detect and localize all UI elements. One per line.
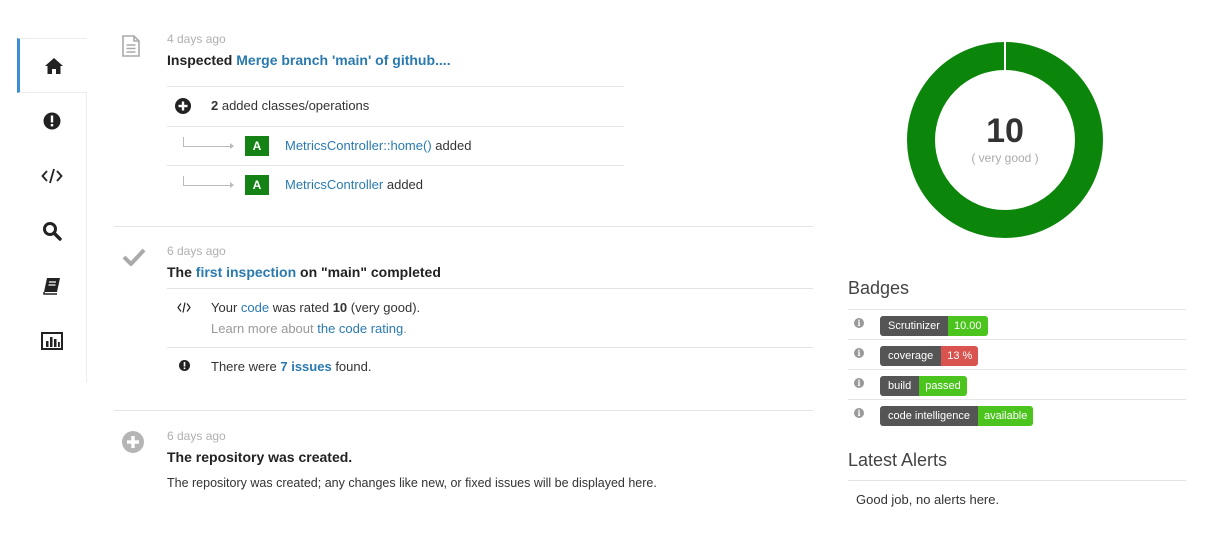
learn-pre: Learn more about [211, 321, 318, 336]
chart-icon [41, 331, 63, 350]
code-link[interactable]: code [241, 300, 269, 315]
info-icon[interactable]: i [854, 408, 864, 418]
entry-description: The repository was created; any changes … [167, 476, 657, 490]
score-label: ( very good ) [971, 151, 1039, 165]
rating-mid: was rated [269, 300, 333, 315]
divider [167, 86, 624, 87]
issues-icon [43, 112, 61, 129]
entry-headline: Inspected Merge branch 'main' of github.… [167, 52, 451, 68]
badge-key: code intelligence [880, 406, 978, 426]
code-intelligence-badge[interactable]: code intelligence available [880, 406, 1034, 426]
book-icon [43, 277, 60, 295]
list-item: MetricsController added [285, 177, 423, 192]
sidebar-item-docs[interactable] [17, 258, 87, 313]
coverage-badge[interactable]: coverage 13 % [880, 346, 979, 366]
alerts-message: Good job, no alerts here. [856, 492, 1000, 507]
issues-link[interactable]: 7 issues [280, 359, 331, 374]
inspection-link[interactable]: first inspection [196, 264, 296, 280]
code-icon [41, 168, 63, 183]
issues-icon [179, 360, 190, 371]
divider [167, 288, 813, 289]
badge-key: coverage [880, 346, 942, 366]
rating-post: (very good). [347, 300, 421, 315]
divider [167, 126, 624, 127]
issues-post: found. [331, 359, 372, 374]
added-summary-text: added classes/operations [218, 98, 370, 113]
badge-row: i code intelligence available [848, 400, 1186, 430]
home-icon [44, 57, 63, 74]
plus-circle-icon [175, 98, 191, 114]
sidebar-item-search[interactable] [17, 203, 87, 258]
headline-prefix: The [167, 264, 196, 280]
added-badge: A [245, 175, 269, 195]
code-rating-link[interactable]: the code rating [317, 321, 403, 336]
badge-value: 13 % [941, 346, 979, 366]
class-link[interactable]: MetricsController::home() [285, 138, 432, 153]
sidebar-item-home[interactable] [17, 38, 87, 93]
tree-arrow [183, 176, 234, 188]
list-item-suffix: added [431, 138, 472, 153]
badge-row: i Scrutinizer 10.00 [848, 310, 1186, 340]
badge-row: i coverage 13 % [848, 340, 1186, 370]
alerts-title: Latest Alerts [848, 450, 948, 470]
divider [167, 347, 813, 348]
info-icon[interactable]: i [854, 348, 864, 358]
issues-text: There were 7 issues found. [211, 359, 371, 374]
entry-separator [114, 226, 813, 227]
scrutinizer-badge[interactable]: Scrutinizer 10.00 [880, 316, 988, 336]
sidebar-item-statistics[interactable] [17, 313, 87, 368]
tree-arrow [183, 137, 234, 149]
build-badge[interactable]: build passed [880, 376, 967, 396]
rating-pre: Your [211, 300, 241, 315]
class-link[interactable]: MetricsController [285, 177, 383, 192]
entry-headline: The repository was created. [167, 449, 353, 465]
entry-headline: The first inspection on "main" completed [167, 264, 441, 280]
badge-value: passed [919, 376, 967, 396]
learn-post: . [403, 321, 407, 336]
learn-more-text: Learn more about the code rating. [211, 321, 407, 336]
search-icon [43, 221, 62, 241]
badge-row: i build passed [848, 370, 1186, 400]
badges-title: Badges [848, 278, 910, 298]
divider [167, 165, 624, 166]
rating-text: Your code was rated 10 (very good). [211, 300, 420, 315]
entry-time: 6 days ago [167, 244, 226, 258]
badge-value: 10.00 [947, 316, 988, 336]
sidebar-item-code[interactable] [17, 148, 87, 203]
info-icon[interactable]: i [854, 318, 864, 328]
document-icon [122, 35, 140, 57]
divider [848, 480, 1186, 481]
entry-time: 4 days ago [167, 32, 226, 46]
entry-separator [114, 410, 813, 411]
badge-value: available [977, 406, 1034, 426]
list-item: MetricsController::home() added [285, 138, 471, 153]
badge-key: Scrutinizer [880, 316, 948, 336]
info-icon[interactable]: i [854, 378, 864, 388]
added-badge: A [245, 136, 269, 156]
plus-circle-icon [122, 431, 144, 453]
badge-key: build [880, 376, 920, 396]
headline-suffix: on "main" completed [296, 264, 441, 280]
sidebar-nav [17, 38, 87, 383]
added-summary: 2 added classes/operations [211, 98, 369, 113]
commit-link[interactable]: Merge branch 'main' of github.... [236, 52, 450, 68]
headline-prefix: Inspected [167, 52, 233, 68]
entry-time: 6 days ago [167, 429, 226, 443]
sidebar-item-issues[interactable] [17, 93, 87, 148]
score-value: 10 [986, 112, 1024, 150]
list-item-suffix: added [383, 177, 424, 192]
checkmark-icon [122, 248, 146, 266]
code-icon [177, 302, 191, 313]
issues-pre: There were [211, 359, 281, 374]
rating-value: 10 [332, 300, 348, 315]
